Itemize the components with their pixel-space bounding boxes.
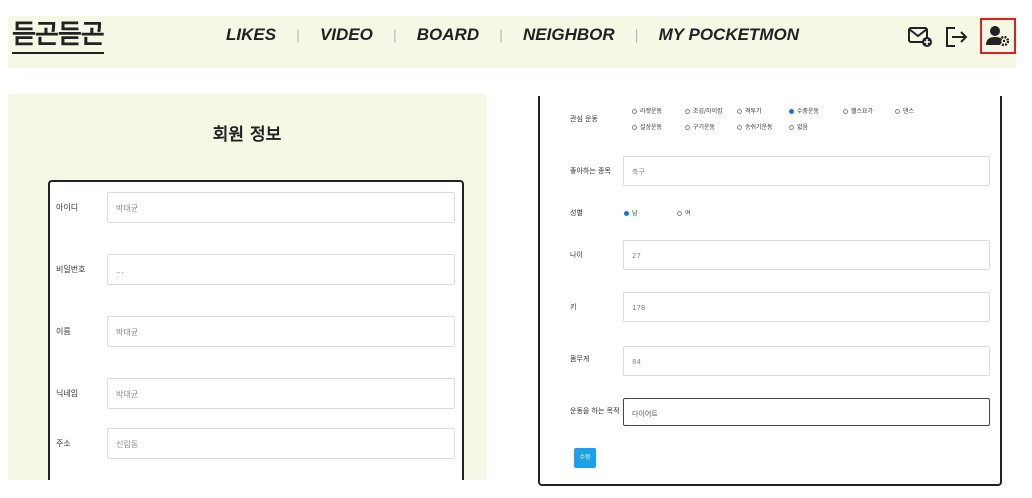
sport-option[interactable]: 설상운동 <box>632 122 662 131</box>
sport-option[interactable]: 헬스요가 <box>843 106 873 115</box>
sport-option[interactable]: 라켓운동 <box>632 106 662 115</box>
weight-label: 몸무게 <box>570 355 590 363</box>
weight-field[interactable]: 84 <box>623 346 990 376</box>
gender-label: 성별 <box>570 209 583 217</box>
mail-plus-icon[interactable] <box>908 24 934 50</box>
nav-video[interactable]: VIDEO <box>320 25 373 45</box>
nav-neighbor[interactable]: NEIGHBOR <box>523 25 615 45</box>
radio-icon <box>685 125 690 130</box>
id-label: 아이디 <box>56 203 79 212</box>
password-row: 비밀번호 ... <box>50 254 462 286</box>
name-row: 이름 박대균 <box>50 316 462 348</box>
top-nav: 듣곤듣곤 LIKES | VIDEO | BOARD | NEIGHBOR | … <box>8 16 1016 68</box>
sport-option[interactable]: 구기운동 <box>685 122 715 131</box>
radio-icon <box>632 109 637 114</box>
radio-icon <box>789 125 794 130</box>
nav-my-pocketmon[interactable]: MY POCKETMON <box>659 25 799 45</box>
sport-option[interactable]: 승쉬기운동 <box>737 122 773 131</box>
menu-separator: | <box>634 26 639 44</box>
nickname-label: 닉네임 <box>56 389 79 398</box>
radio-icon <box>843 109 848 114</box>
password-field[interactable]: ... <box>107 254 455 285</box>
sport-option[interactable]: 없음 <box>789 122 808 131</box>
radio-selected-icon <box>624 211 629 216</box>
header-icons <box>908 18 1016 54</box>
address-field[interactable]: 신림동 <box>107 428 455 459</box>
sport-option[interactable]: 수중운동 <box>789 106 819 115</box>
main-menu: LIKES | VIDEO | BOARD | NEIGHBOR | MY PO… <box>226 25 799 45</box>
sports-label: 관심 운동 <box>570 115 598 123</box>
profile-form-card: 아이디 박대균 비밀번호 ... 이름 박대균 닉네임 박대균 주소 신림동 <box>48 180 464 480</box>
nickname-row: 닉네임 박대균 <box>50 378 462 410</box>
radio-icon <box>685 109 690 114</box>
nav-likes[interactable]: LIKES <box>226 25 276 45</box>
id-field[interactable]: 박대균 <box>107 192 455 223</box>
menu-separator: | <box>296 26 300 44</box>
radio-icon <box>737 109 742 114</box>
sport-option[interactable]: 격투기 <box>737 106 762 115</box>
age-field[interactable]: 27 <box>623 240 990 270</box>
radio-icon <box>737 125 742 130</box>
profile-panel: 회원 정보 아이디 박대균 비밀번호 ... 이름 박대균 닉네임 박대균 주소… <box>8 94 486 480</box>
nav-board[interactable]: BOARD <box>417 25 479 45</box>
menu-separator: | <box>499 26 504 44</box>
id-row: 아이디 박대균 <box>50 192 462 224</box>
nickname-field[interactable]: 박대균 <box>107 378 455 409</box>
user-settings-icon[interactable] <box>980 18 1016 54</box>
radio-icon <box>677 211 682 216</box>
address-label: 주소 <box>56 439 71 448</box>
height-label: 키 <box>570 303 577 311</box>
gender-option-male[interactable]: 남 <box>624 208 638 217</box>
password-label: 비밀번호 <box>56 265 86 274</box>
name-label: 이름 <box>56 327 71 336</box>
sport-option[interactable]: 조깅/하이킹 <box>685 106 723 115</box>
height-field[interactable]: 178 <box>623 292 990 322</box>
name-field[interactable]: 박대균 <box>107 316 455 347</box>
favorite-sport-field[interactable]: 축구 <box>623 156 990 186</box>
details-form-card: 관심 운동 라켓운동 조깅/하이킹 격투기 수중운동 헬스요가 댄스 설상운동 … <box>538 96 1002 486</box>
purpose-field[interactable]: 다이어트 <box>623 398 990 426</box>
age-label: 나이 <box>570 251 583 259</box>
purpose-label: 운동을 하는 목적 <box>570 407 620 415</box>
sport-option[interactable]: 댄스 <box>895 106 914 115</box>
radio-icon <box>895 109 900 114</box>
logout-icon[interactable] <box>944 24 970 50</box>
menu-separator: | <box>392 26 397 44</box>
address-row: 주소 신림동 <box>50 428 462 460</box>
page-title: 회원 정보 <box>212 125 282 145</box>
site-logo[interactable]: 듣곤듣곤 <box>12 20 105 54</box>
submit-button[interactable]: 수정 <box>574 448 596 468</box>
favorite-sport-label: 좋아하는 종목 <box>570 167 611 175</box>
gender-option-female[interactable]: 여 <box>677 208 691 217</box>
radio-selected-icon <box>789 109 794 114</box>
radio-icon <box>632 125 637 130</box>
